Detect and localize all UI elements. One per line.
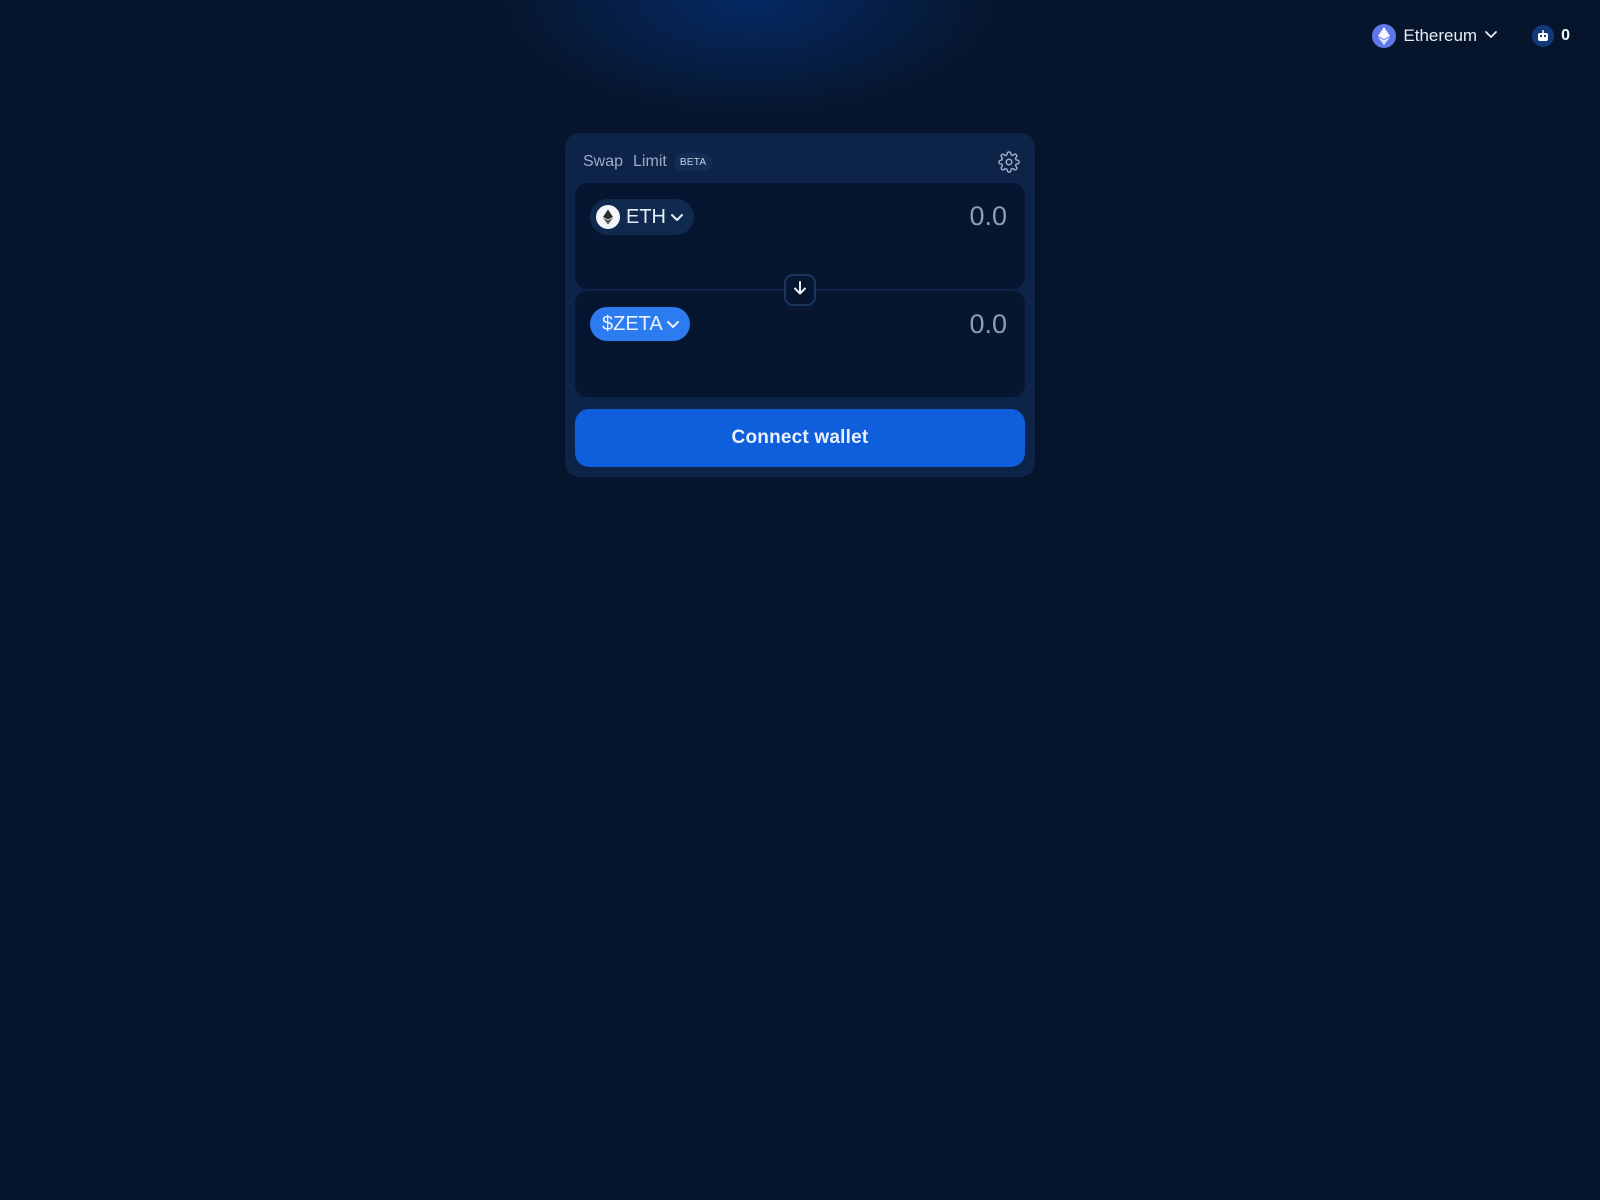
chevron-down-icon xyxy=(1484,27,1498,46)
to-token-panel: $ZETA xyxy=(575,291,1025,397)
from-token-label: ETH xyxy=(626,205,666,228)
to-amount-input[interactable] xyxy=(805,308,1009,341)
chevron-down-icon xyxy=(666,317,680,331)
swap-card: Swap Limit BETA ETH 0.0 $ZETA 0.0 Connec… xyxy=(565,133,1035,477)
top-bar: Ethereum 0 xyxy=(1372,24,1570,48)
swap-card-header: Swap Limit BETA xyxy=(583,147,1021,177)
tab-limit[interactable]: Limit xyxy=(633,153,667,171)
arrow-down-icon xyxy=(792,280,808,301)
page: Ethereum 0 Swap Limit BETA ETH 0.0 $ZETA… xyxy=(0,0,1600,1200)
network-label: Ethereum xyxy=(1403,26,1478,45)
to-token-selector[interactable]: $ZETA xyxy=(590,307,690,341)
points-balance[interactable]: 0 xyxy=(1532,25,1570,47)
ethereum-icon xyxy=(596,205,620,229)
network-selector[interactable]: Ethereum xyxy=(1372,24,1498,48)
gear-icon[interactable] xyxy=(997,150,1021,174)
chevron-down-icon xyxy=(670,210,684,224)
connect-wallet-button[interactable]: Connect wallet xyxy=(575,409,1025,467)
balance-value: 0 xyxy=(1561,27,1570,44)
switch-tokens-button[interactable] xyxy=(784,274,816,306)
ethereum-icon xyxy=(1372,24,1397,48)
from-amount-input[interactable] xyxy=(805,200,1009,233)
from-token-selector[interactable]: ETH xyxy=(590,199,694,235)
robot-avatar-icon xyxy=(1532,25,1555,47)
beta-badge: BETA xyxy=(673,153,713,171)
tab-swap[interactable]: Swap xyxy=(583,153,623,171)
to-token-label: $ZETA xyxy=(602,312,663,335)
